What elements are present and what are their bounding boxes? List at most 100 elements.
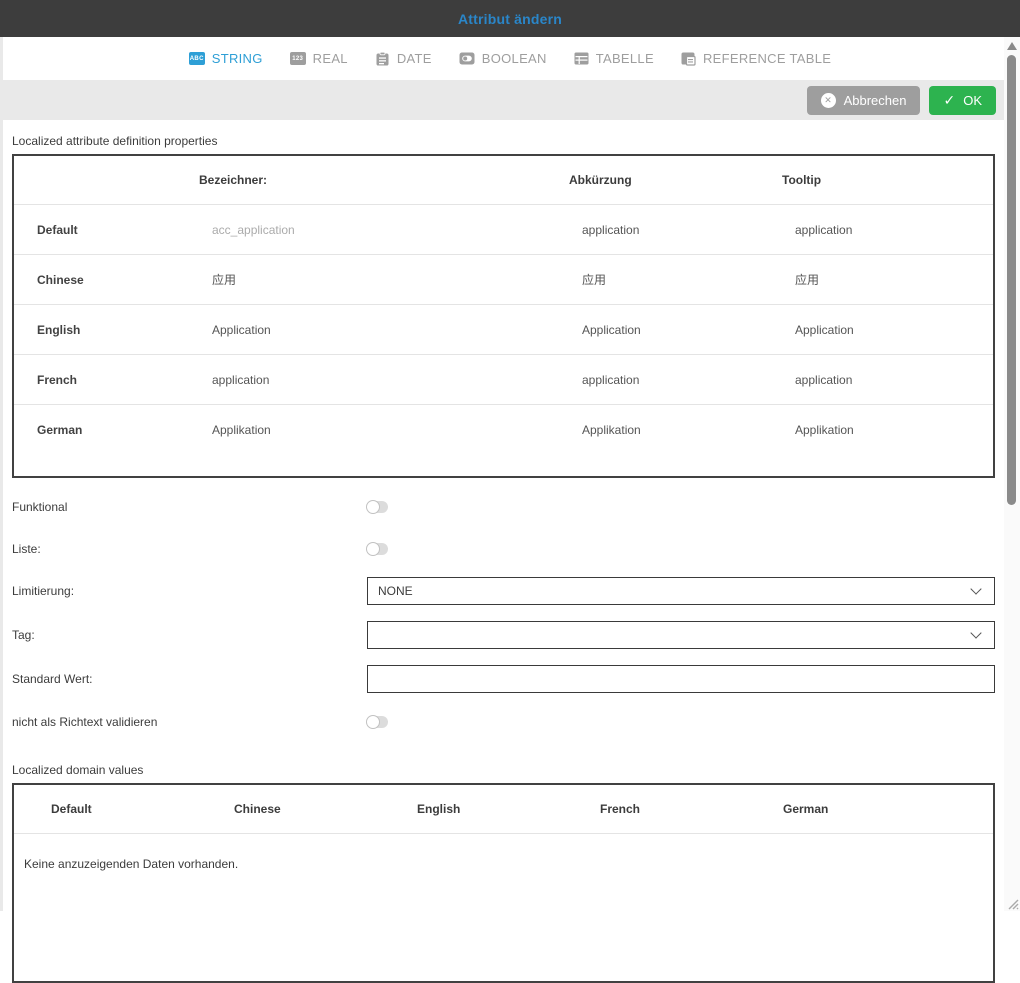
bezeichner-cell[interactable]: Application [187,323,567,337]
tab-date[interactable]: DATE [375,51,432,66]
toggle-knob [366,500,380,514]
standard-wert-row: Standard Wert: [12,665,995,693]
language-label: Chinese [14,273,187,287]
date-icon [375,52,390,66]
column-header-english: English [380,802,563,816]
boolean-icon [459,52,475,65]
tooltip-cell[interactable]: Application [780,323,993,337]
table-row-default: Default acc_application application appl… [14,204,993,254]
tooltip-cell[interactable]: 应用 [780,271,993,288]
table-row-french: French application application applicati… [14,354,993,404]
properties-table-header: Bezeichner: Abkürzung Tooltip [14,156,993,204]
tag-row: Tag: [12,621,995,649]
funktional-label: Funktional [12,500,367,514]
language-label: German [14,423,187,437]
limitierung-label: Limitierung: [12,584,367,598]
abkuerzung-cell[interactable]: Applikation [567,423,780,437]
resize-grip-icon[interactable] [1005,896,1019,910]
check-icon: ✓ [943,93,955,107]
numeric-badge-icon: 123 [290,52,306,65]
ok-button-label: OK [963,93,982,108]
dialog-left-edge [0,37,3,911]
column-header-chinese: Chinese [197,802,380,816]
richtext-row: nicht als Richtext validieren [12,711,995,733]
column-header-tooltip: Tooltip [780,173,993,187]
tab-string-label: STRING [212,51,263,66]
standard-wert-label: Standard Wert: [12,672,367,686]
tab-boolean[interactable]: BOOLEAN [459,51,547,66]
language-label: Default [14,223,187,237]
table-row-chinese: Chinese 应用 应用 应用 [14,254,993,304]
tooltip-cell[interactable]: Applikation [780,423,993,437]
language-label: English [14,323,187,337]
bezeichner-cell[interactable]: 应用 [187,271,567,288]
tab-tabelle[interactable]: TABELLE [574,51,654,66]
richtext-label: nicht als Richtext validieren [12,715,367,729]
domain-values-table: Default Chinese English French German Ke… [12,783,995,983]
domain-table-header: Default Chinese English French German [14,785,993,834]
abc-badge-icon: ABC [189,52,205,65]
table-icon [574,52,589,65]
dialog-title: Attribut ändern [458,11,562,27]
abkuerzung-cell[interactable]: Application [567,323,780,337]
tab-reference-table[interactable]: REFERENCE TABLE [681,51,831,66]
reference-table-icon [681,52,696,66]
table-row-english: English Application Application Applicat… [14,304,993,354]
properties-section-label: Localized attribute definition propertie… [12,134,995,148]
bezeichner-cell[interactable]: Applikation [187,423,567,437]
liste-label: Liste: [12,542,367,556]
funktional-toggle[interactable] [367,501,388,513]
scroll-up-arrow-icon[interactable] [1007,42,1017,50]
toggle-knob [366,715,380,729]
tab-boolean-label: BOOLEAN [482,51,547,66]
limitierung-row: Limitierung: NONE [12,577,995,605]
domain-section-label: Localized domain values [12,763,995,777]
tooltip-cell[interactable]: application [780,223,993,237]
tab-tabelle-label: TABELLE [596,51,654,66]
column-header-bezeichner: Bezeichner: [187,173,567,187]
ok-button[interactable]: ✓ OK [929,86,996,115]
attribute-dialog: Attribut ändern ABC STRING 123 REAL DATE… [0,0,1020,983]
cancel-circle-icon: ✕ [821,93,836,108]
tag-select[interactable] [367,621,995,649]
richtext-toggle[interactable] [367,716,388,728]
limitierung-selected-value: NONE [378,584,413,598]
tab-bar: ABC STRING 123 REAL DATE BOOLEAN TABELLE [0,37,1020,80]
tab-real-label: REAL [313,51,348,66]
abkuerzung-cell[interactable]: application [567,223,780,237]
tag-label: Tag: [12,628,367,642]
standard-wert-input[interactable] [367,665,995,693]
tab-date-label: DATE [397,51,432,66]
dialog-titlebar: Attribut ändern [0,0,1020,37]
column-header-abkuerzung: Abkürzung [567,173,780,187]
toggle-knob [366,542,380,556]
scrollbar-thumb[interactable] [1007,55,1016,505]
tab-reference-table-label: REFERENCE TABLE [703,51,831,66]
liste-toggle[interactable] [367,543,388,555]
action-toolbar: ✕ Abbrechen ✓ OK [0,80,1004,120]
vertical-scrollbar[interactable] [1004,37,1020,911]
bezeichner-cell[interactable]: application [187,373,567,387]
funktional-row: Funktional [12,496,995,518]
table-filler [14,454,993,476]
language-label: French [14,373,187,387]
liste-row: Liste: [12,538,995,560]
column-header-default: Default [14,802,197,816]
abkuerzung-cell[interactable]: 应用 [567,271,780,288]
column-header-german: German [746,802,929,816]
chevron-down-icon [970,627,981,638]
limitierung-select[interactable]: NONE [367,577,995,605]
empty-data-message: Keine anzuzeigenden Daten vorhanden. [14,834,993,871]
dialog-content: Localized attribute definition propertie… [0,134,1004,983]
abkuerzung-cell[interactable]: application [567,373,780,387]
table-row-german: German Applikation Applikation Applikati… [14,404,993,454]
tab-real[interactable]: 123 REAL [290,51,348,66]
tab-string[interactable]: ABC STRING [189,51,263,66]
chevron-down-icon [970,583,981,594]
cancel-button[interactable]: ✕ Abbrechen [807,86,921,115]
column-header-french: French [563,802,746,816]
bezeichner-cell[interactable]: acc_application [187,223,567,237]
properties-table: Bezeichner: Abkürzung Tooltip Default ac… [12,154,995,478]
cancel-button-label: Abbrechen [844,93,907,108]
tooltip-cell[interactable]: application [780,373,993,387]
